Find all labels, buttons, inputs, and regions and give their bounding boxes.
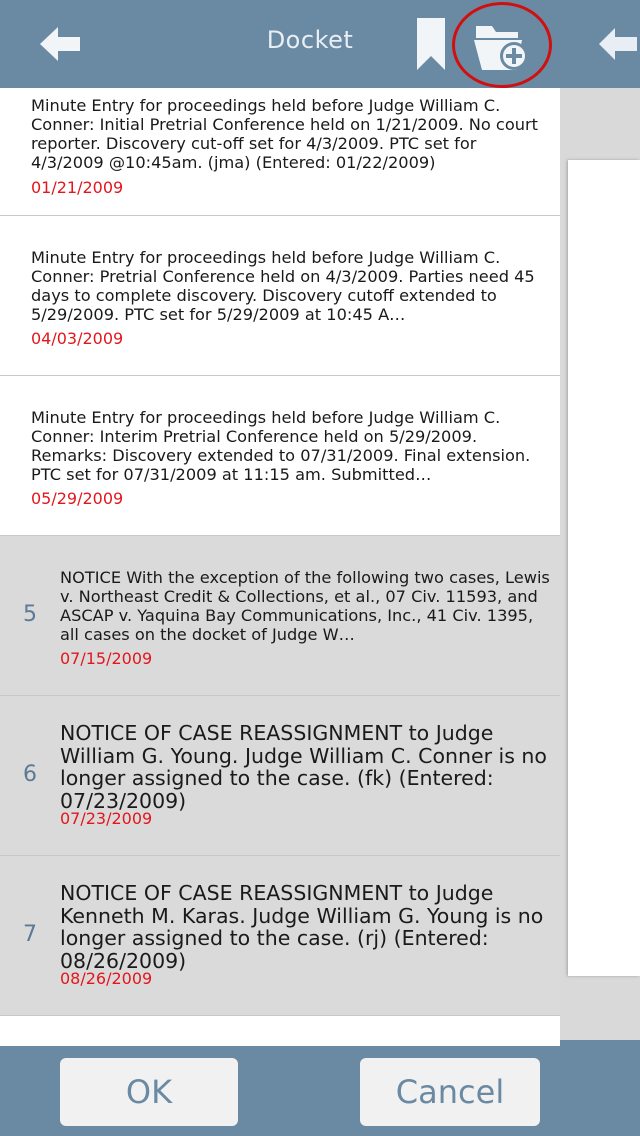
docket-entry[interactable]: Minute Entry for proceedings held before… — [0, 216, 560, 376]
entry-text: Minute Entry for proceedings held before… — [31, 408, 531, 484]
docket-entry[interactable]: 7 NOTICE OF CASE REASSIGNMENT to Judge K… — [0, 856, 560, 1016]
bookmark-icon[interactable] — [415, 18, 447, 70]
entry-date: 05/29/2009 — [31, 489, 124, 508]
docket-entry[interactable]: 5 NOTICE With the exception of the follo… — [0, 536, 560, 696]
top-bar: Docket — [0, 0, 560, 88]
background-pane-bottombar — [560, 1040, 640, 1136]
entry-text: NOTICE OF CASE REASSIGNMENT to Judge Ken… — [60, 882, 544, 972]
entry-date: 07/15/2009 — [60, 649, 153, 668]
cancel-button[interactable]: Cancel — [360, 1058, 540, 1126]
docket-entry[interactable]: 6 NOTICE OF CASE REASSIGNMENT to Judge W… — [0, 696, 560, 856]
bottom-bar: OK Cancel — [0, 1046, 560, 1136]
entry-text: Minute Entry for proceedings held before… — [31, 248, 535, 324]
entry-text: NOTICE OF CASE REASSIGNMENT to Judge Wil… — [60, 722, 547, 812]
entry-date: 07/23/2009 — [60, 809, 153, 828]
entry-text: Minute Entry for proceedings held before… — [31, 96, 538, 172]
entry-number: 6 — [23, 762, 37, 787]
entry-number: 7 — [23, 922, 37, 947]
entry-date: 04/03/2009 — [31, 329, 124, 348]
entry-date: 08/26/2009 — [60, 969, 153, 988]
ok-button[interactable]: OK — [60, 1058, 238, 1126]
docket-entry[interactable]: Minute Entry for proceedings held before… — [0, 376, 560, 536]
background-pane — [560, 0, 640, 1136]
background-document — [568, 160, 640, 976]
entry-date: 01/21/2009 — [31, 178, 124, 197]
docket-panel: Docket Minute Entry for proceedings held… — [0, 0, 560, 1136]
entry-number: 5 — [23, 602, 37, 627]
highlight-circle — [452, 2, 552, 88]
docket-entry[interactable]: Minute Entry for proceedings held before… — [0, 88, 560, 216]
docket-list: Minute Entry for proceedings held before… — [0, 88, 560, 1046]
entry-text: NOTICE With the exception of the followi… — [60, 568, 550, 644]
